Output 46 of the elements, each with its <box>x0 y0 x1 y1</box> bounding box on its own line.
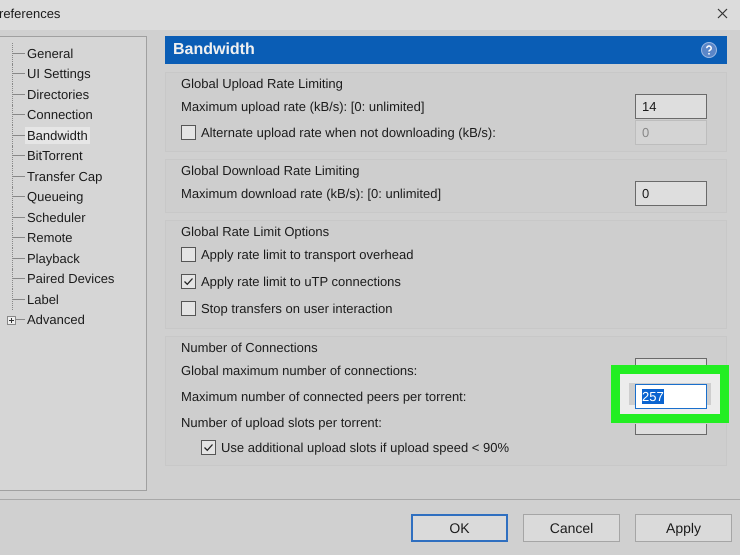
checkbox[interactable] <box>181 274 196 289</box>
checkmark-icon <box>203 442 214 452</box>
tree-item[interactable]: Directories <box>25 86 92 103</box>
tree-item[interactable]: UI Settings <box>25 65 93 82</box>
number-field[interactable]: 0 <box>635 180 707 206</box>
tree-item[interactable]: BitTorrent <box>25 147 85 164</box>
tree-item[interactable]: Connection <box>25 106 95 124</box>
tree-item[interactable]: Advanced <box>25 311 87 328</box>
dialog-button[interactable]: Apply <box>635 514 732 542</box>
expand-icon[interactable] <box>7 316 16 324</box>
checkbox[interactable] <box>181 301 196 316</box>
dialog-button[interactable]: OK <box>411 514 508 542</box>
setting-label: Stop transfers on user interaction <box>201 301 394 316</box>
tree-item[interactable]: Bandwidth <box>25 126 90 144</box>
window-title: references <box>0 6 60 20</box>
setting-label: Maximum upload rate (kB/s): [0: unlimited] <box>181 98 426 114</box>
tree-item[interactable]: Paired Devices <box>25 270 116 288</box>
setting-label: Apply rate limit to transport overhead <box>201 247 414 262</box>
setting-label: Alternate upload rate when not downloading (kB/s): <box>201 124 497 140</box>
tree-item[interactable]: Label <box>25 290 61 308</box>
tree-item[interactable]: Queueing <box>25 188 86 206</box>
checkbox[interactable] <box>181 247 196 262</box>
group-title: Number of Connections <box>181 339 319 357</box>
close-icon[interactable] <box>717 8 728 18</box>
number-field[interactable]: 257 <box>635 384 707 408</box>
checkmark-icon <box>183 276 194 287</box>
section-title: Bandwidth <box>173 41 255 59</box>
number-field[interactable]: 14 <box>635 94 707 118</box>
tree-item[interactable]: Remote <box>25 229 75 246</box>
number-field[interactable] <box>635 424 707 434</box>
tree-item[interactable]: Scheduler <box>25 208 88 226</box>
dialog-button[interactable]: Cancel <box>523 514 620 542</box>
tree-item[interactable]: Transfer Cap <box>25 168 104 185</box>
setting-label: Use additional upload slots if upload speed < 90% <box>221 440 510 454</box>
checkbox[interactable] <box>201 440 216 454</box>
setting-label: Apply rate limit to uTP connections <box>201 274 402 289</box>
help-icon[interactable] <box>701 42 717 58</box>
setting-label: Global maximum number of connections: <box>181 362 418 378</box>
setting-label: Number of upload slots per torrent: <box>181 414 383 430</box>
group-title: Global Download Rate Limiting <box>181 162 360 180</box>
group-title: Global Rate Limit Options <box>181 223 330 241</box>
group-title: Global Upload Rate Limiting <box>181 75 344 93</box>
setting-label: Maximum download rate (kB/s): [0: unlimited] <box>181 186 442 200</box>
tree-item[interactable]: General <box>25 44 76 62</box>
tree-item[interactable]: Playback <box>25 250 82 267</box>
setting-label: Maximum number of connected peers per torrent: <box>181 388 468 404</box>
